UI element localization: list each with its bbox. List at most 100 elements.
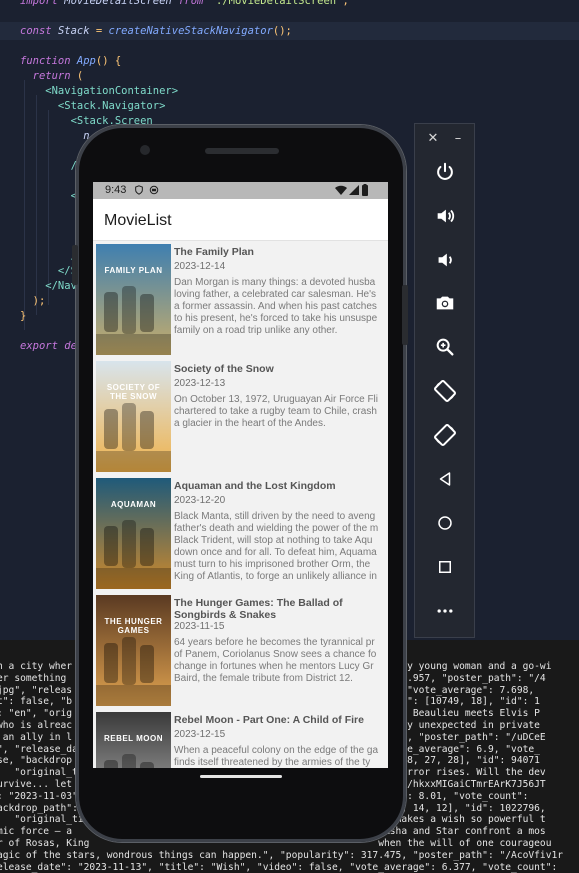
- zoom-button[interactable]: [429, 331, 461, 363]
- code-line: export de: [20, 339, 77, 353]
- code-line: n: [20, 129, 89, 143]
- app-header: MovieList: [93, 199, 388, 241]
- movie-poster: THE HUNGER GAMES: [96, 595, 171, 706]
- shield-icon: [135, 185, 143, 195]
- overview-line: Dan Morgan is many things: a devoted hus…: [174, 277, 376, 288]
- movie-list-item[interactable]: AQUAMAN Aquaman and the Lost Kingdom 2023-…: [93, 475, 388, 592]
- rotate-left-button[interactable]: [429, 375, 461, 407]
- app-notification-icon: [149, 185, 159, 195]
- overview-line: Baird, the female tribute from District …: [174, 673, 353, 684]
- more-button[interactable]: [429, 595, 461, 627]
- power-icon: [437, 162, 453, 180]
- side-button: [72, 245, 78, 285]
- overview-line: father's death and wielding the power of…: [174, 523, 379, 534]
- power-button[interactable]: [429, 156, 461, 188]
- code-token: <: [20, 190, 77, 202]
- movie-overview: Dan Morgan is many things: a devoted hus…: [174, 277, 388, 337]
- close-button[interactable]: ✕: [423, 130, 443, 148]
- code-line: <NavigationContainer>: [20, 84, 178, 98]
- code-token: ();: [272, 25, 292, 37]
- movie-list[interactable]: FAMILY PLAN The Family Plan 2023-12-14 Dan …: [93, 241, 388, 768]
- movie-overview: When a peaceful colony on the edge of th…: [174, 745, 388, 768]
- overview-line: finds itself threatened by the armies of…: [174, 757, 371, 768]
- code-line: );: [20, 294, 46, 308]
- minimize-button[interactable]: –: [448, 130, 468, 148]
- overview-line: Black Trident, will stop at nothing to t…: [174, 535, 373, 546]
- code-token: }: [20, 310, 27, 322]
- poster-title: AQUAMAN: [110, 500, 157, 509]
- overview-button[interactable]: [429, 551, 461, 583]
- code-token: );: [20, 295, 46, 307]
- movie-title: Aquaman and the Lost Kingdom: [174, 480, 336, 492]
- emulator-toolbar: ✕ –: [414, 123, 475, 638]
- back-button[interactable]: [429, 463, 461, 495]
- overview-line: Black Manta, still driven by the need to…: [174, 511, 376, 522]
- movie-overview: On October 13, 1972, Uruguayan Air Force…: [174, 394, 388, 430]
- overview-line: family on a road trip unlike any other.: [174, 325, 338, 336]
- volume-up-button[interactable]: [429, 200, 461, 232]
- code-line: </Nav: [20, 279, 77, 293]
- code-token: from: [178, 0, 210, 7]
- overview-icon: [439, 561, 451, 573]
- movie-release-date: 2023-12-14: [174, 261, 226, 272]
- side-button: [402, 285, 408, 345]
- movie-overview: 64 years before he becomes the tyrannica…: [174, 637, 388, 685]
- rotate-right-button[interactable]: [429, 419, 461, 451]
- phone-emulator: 9:43 MovieList FAMILY PLAN The Family Pla…: [72, 125, 408, 842]
- terminal-line: agic of the stars, wondrous things can h…: [0, 849, 564, 861]
- toolbar-window-controls: ✕ –: [415, 130, 476, 148]
- code-token: /: [20, 250, 77, 262]
- movie-release-date: 2023-11-15: [174, 621, 225, 632]
- code-token: </S: [20, 265, 77, 277]
- earpiece-speaker: [205, 148, 279, 154]
- front-camera: [140, 145, 150, 155]
- back-icon: [439, 472, 451, 486]
- rotate-right-icon: [434, 424, 456, 446]
- zoom-in-icon: [436, 338, 454, 356]
- rotate-left-icon: [434, 380, 456, 402]
- movie-release-date: 2023-12-13: [174, 378, 226, 389]
- gesture-home-bar[interactable]: [200, 775, 282, 778]
- code-line: </S: [20, 264, 77, 278]
- code-line: /: [20, 249, 77, 263]
- movie-overview: Black Manta, still driven by the need to…: [174, 511, 388, 583]
- code-token: /: [20, 160, 77, 172]
- screenshot-button[interactable]: [429, 287, 461, 319]
- volume-down-button[interactable]: [429, 244, 461, 276]
- phone-screen[interactable]: 9:43 MovieList FAMILY PLAN The Family Pla…: [93, 182, 388, 768]
- movie-release-date: 2023-12-20: [174, 495, 226, 506]
- code-token: <Stack.Navigator>: [20, 100, 166, 112]
- volume-down-icon: [438, 253, 452, 267]
- home-icon: [438, 516, 452, 530]
- code-line: const Stack = createNativeStackNavigator…: [20, 24, 292, 38]
- code-line: <: [20, 189, 77, 203]
- page-title: MovieList: [104, 212, 172, 229]
- overview-line: must turn to his imprisoned brother Orm,…: [174, 559, 371, 570]
- poster-title: REBEL MOON: [103, 734, 164, 743]
- movie-list-item[interactable]: REBEL MOON Rebel Moon - Part One: A Child…: [93, 709, 388, 768]
- signal-icon: [349, 185, 359, 195]
- overview-line: On October 13, 1972, Uruguayan Air Force…: [174, 394, 378, 405]
- code-token: =: [95, 25, 109, 37]
- code-token: import: [20, 0, 65, 7]
- movie-list-item[interactable]: THE HUNGER GAMES The Hunger Games: The Ba…: [93, 592, 388, 709]
- code-token: return: [20, 70, 77, 82]
- code-token: createNativeStackNavigator: [108, 25, 273, 37]
- code-token: (: [76, 70, 84, 82]
- code-line: <Stack.Navigator>: [20, 99, 165, 113]
- overview-line: down once and for all. To defeat him, Aq…: [174, 547, 377, 558]
- code-token: export: [20, 340, 65, 352]
- movie-poster: AQUAMAN: [96, 478, 171, 589]
- movie-title: The Family Plan: [174, 246, 254, 258]
- home-button[interactable]: [429, 507, 461, 539]
- overview-line: loving father, a celebrated car salesman…: [174, 289, 377, 300]
- code-token: </Nav: [20, 280, 77, 292]
- code-line: return (: [20, 69, 84, 83]
- movie-list-item[interactable]: FAMILY PLAN The Family Plan 2023-12-14 Dan …: [93, 241, 388, 358]
- terminal-line: elease_date": "2023-11-13", "title": "Wi…: [0, 861, 558, 873]
- code-token: <NavigationContainer>: [20, 85, 179, 97]
- battery-icon: [362, 184, 368, 196]
- code-token: ;: [342, 0, 349, 7]
- movie-list-item[interactable]: SOCIETY OF THE SNOW Society of the Snow 20…: [93, 358, 388, 475]
- poster-title: FAMILY PLAN: [104, 266, 163, 275]
